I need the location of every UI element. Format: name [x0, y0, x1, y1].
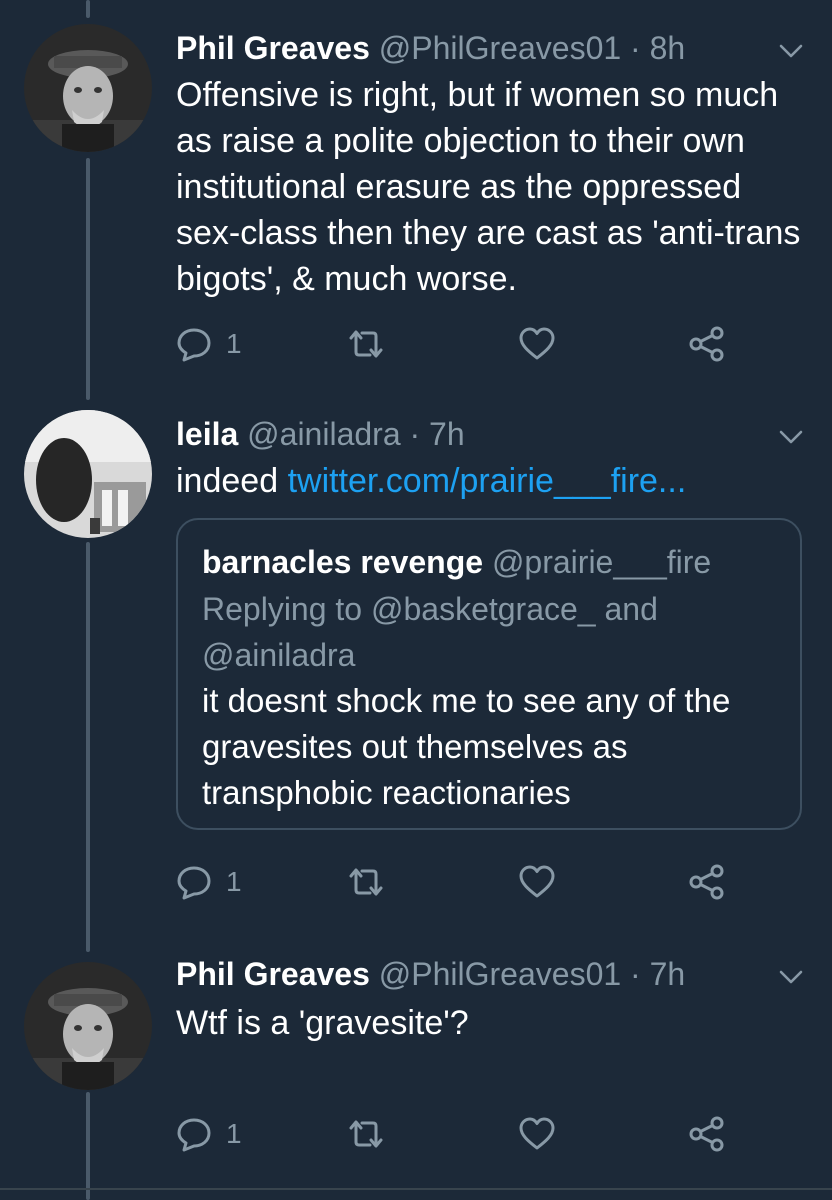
reply-icon: [177, 866, 211, 900]
reply-count: 1: [226, 866, 242, 897]
retweet-button[interactable]: [346, 860, 386, 904]
reply-button[interactable]: 1: [176, 860, 242, 904]
share-icon: [689, 864, 724, 900]
tweet-text: Offensive is right, but if women so much…: [176, 76, 801, 298]
share-icon: [689, 1116, 724, 1152]
share-icon: [689, 326, 724, 362]
like-button[interactable]: [518, 322, 556, 366]
avatar[interactable]: [24, 962, 152, 1090]
quoted-display-name: barnacles revenge: [202, 544, 484, 580]
reply-button[interactable]: 1: [176, 322, 242, 366]
separator-dot: ·: [630, 956, 641, 992]
like-button[interactable]: [518, 1112, 556, 1156]
share-button[interactable]: [688, 860, 726, 904]
avatar[interactable]: [24, 24, 152, 152]
tweet-header: leila @ainiladra · 7h: [176, 414, 772, 454]
display-name[interactable]: Phil Greaves: [176, 956, 370, 992]
chevron-down-icon[interactable]: [778, 964, 804, 990]
chevron-down-icon[interactable]: [778, 38, 804, 64]
like-button[interactable]: [518, 860, 556, 904]
heart-icon: [519, 327, 555, 360]
action-bar: 1: [176, 322, 736, 366]
tweet[interactable]: Phil Greaves @PhilGreaves01 · 8h Offensi…: [0, 0, 832, 400]
retweet-button[interactable]: [346, 322, 386, 366]
avatar[interactable]: [24, 410, 152, 538]
username[interactable]: @PhilGreaves01: [379, 956, 621, 992]
timestamp[interactable]: 7h: [429, 416, 465, 452]
retweet-icon: [349, 1120, 383, 1148]
action-bar: 1: [176, 1112, 736, 1156]
reply-icon: [177, 1118, 211, 1152]
reply-icon: [177, 328, 211, 362]
reply-button[interactable]: 1: [176, 1112, 242, 1156]
tweet[interactable]: Phil Greaves @PhilGreaves01 · 7h Wtf is …: [0, 952, 832, 1200]
quoted-tweet-link[interactable]: twitter.com/prairie___fire...: [288, 462, 687, 500]
username[interactable]: @PhilGreaves01: [379, 30, 621, 66]
quoted-tweet[interactable]: barnacles revenge @prairie___fire Replyi…: [176, 518, 802, 830]
retweet-button[interactable]: [346, 1112, 386, 1156]
share-button[interactable]: [688, 322, 726, 366]
quoted-tweet-header: barnacles revenge @prairie___fire: [202, 542, 711, 582]
separator-dot: ·: [409, 416, 421, 452]
conversation-thread: Phil Greaves @PhilGreaves01 · 8h Offensi…: [0, 0, 832, 1200]
username[interactable]: @ainiladra: [247, 416, 400, 452]
heart-icon: [519, 1117, 555, 1150]
separator-dot: ·: [630, 30, 641, 66]
timestamp[interactable]: 7h: [650, 956, 686, 992]
heart-icon: [519, 865, 555, 898]
avatar-photo: [24, 410, 152, 538]
avatar-photo: [24, 962, 152, 1090]
divider: [0, 1188, 832, 1190]
tweet-text: indeed twitter.com/prairie___fire...: [176, 458, 802, 504]
tweet-text: Wtf is a 'gravesite'?: [176, 1004, 469, 1042]
tweet[interactable]: leila @ainiladra · 7h indeed twitter.com…: [0, 400, 832, 952]
avatar-photo: [24, 24, 152, 152]
tweet-header: Phil Greaves @PhilGreaves01 · 8h: [176, 28, 772, 68]
retweet-icon: [349, 868, 383, 896]
quoted-tweet-text: it doesnt shock me to see any of the gra…: [202, 682, 731, 811]
display-name[interactable]: Phil Greaves: [176, 30, 370, 66]
display-name[interactable]: leila: [176, 416, 238, 452]
tweet-header: Phil Greaves @PhilGreaves01 · 7h: [176, 954, 772, 994]
share-button[interactable]: [688, 1112, 726, 1156]
reply-count: 1: [226, 328, 242, 359]
chevron-down-icon[interactable]: [778, 424, 804, 450]
quoted-username: @prairie___fire: [491, 544, 712, 580]
reply-count: 1: [226, 1118, 242, 1149]
timestamp[interactable]: 8h: [650, 30, 686, 66]
quoted-replying-to: Replying to @basketgrace_ and @ainiladra: [202, 591, 658, 673]
action-bar: 1: [176, 860, 736, 904]
tweet-text-content: indeed: [176, 462, 279, 500]
retweet-icon: [349, 330, 383, 358]
